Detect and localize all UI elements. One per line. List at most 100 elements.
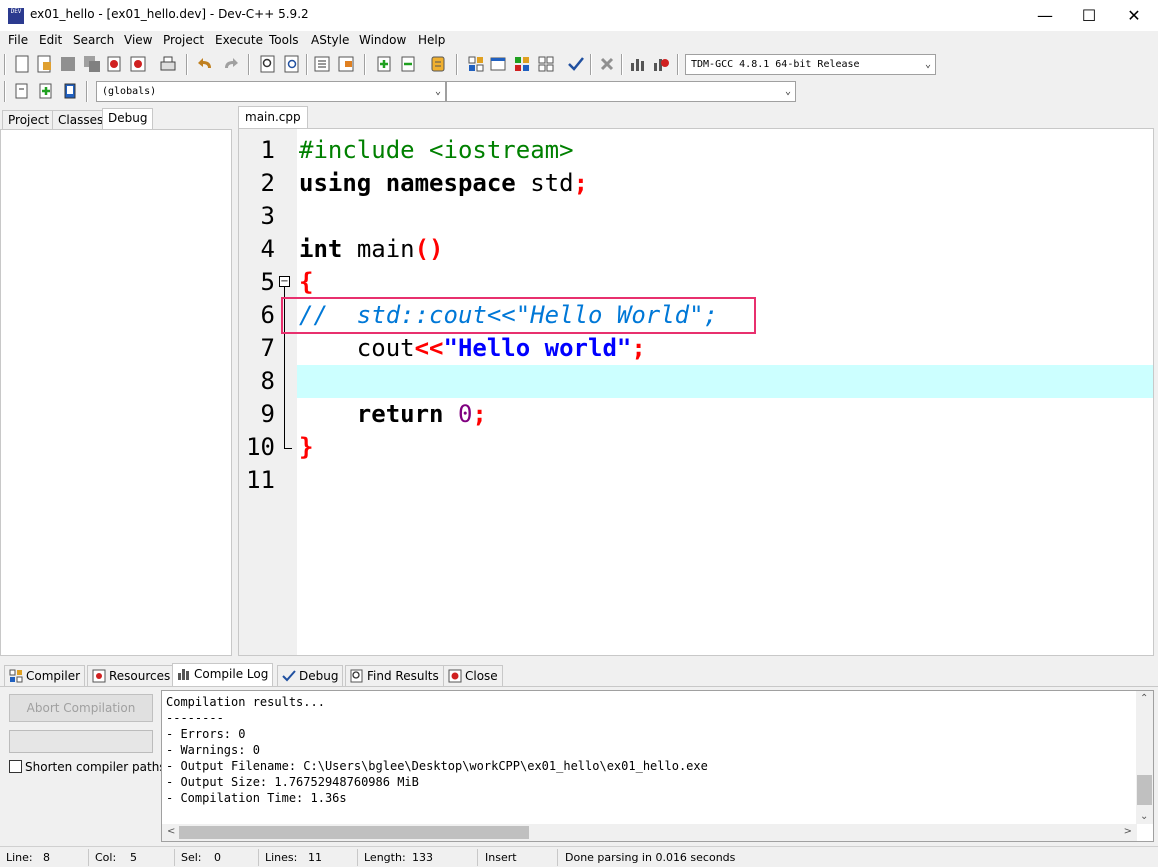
menu-tools[interactable]: Tools — [269, 33, 299, 47]
compile-log-panel: Abort Compilation Shorten compiler paths… — [0, 686, 1158, 844]
keyword: using — [299, 169, 372, 197]
tab-compiler[interactable]: Compiler — [4, 665, 86, 687]
stop-execution-icon[interactable] — [597, 54, 617, 74]
status-line-label: Line: — [6, 851, 33, 864]
compile-log-output[interactable]: Compilation results... -------- - Errors… — [161, 690, 1154, 842]
identifier: main — [356, 235, 415, 263]
unindent-icon[interactable] — [336, 54, 356, 74]
tab-label: Close — [465, 669, 498, 683]
status-message: Done parsing in 0.016 seconds — [565, 851, 736, 864]
undo-icon[interactable] — [196, 54, 216, 74]
scroll-up-icon[interactable]: ⌃ — [1140, 693, 1148, 704]
profile-icon[interactable] — [628, 54, 648, 74]
symbol: ; — [573, 169, 589, 197]
status-line-value: 8 — [43, 851, 50, 864]
close-file-icon[interactable] — [104, 54, 124, 74]
line-gutter: 1 2 3 4 5 6 7 8 9 10 11 − — [239, 129, 297, 655]
scope-select[interactable]: (globals) ⌄ — [96, 81, 446, 102]
toggle-bookmark-icon[interactable] — [36, 81, 56, 101]
tab-find-results[interactable]: Find Results — [345, 665, 444, 687]
line-number: 8 — [260, 367, 275, 395]
scroll-thumb[interactable] — [1137, 775, 1152, 805]
scroll-left-icon[interactable]: < — [167, 826, 175, 837]
minimize-button[interactable]: — — [1022, 0, 1068, 31]
menu-edit[interactable]: Edit — [39, 33, 62, 47]
menu-search[interactable]: Search — [73, 33, 114, 47]
menu-execute[interactable]: Execute — [215, 33, 263, 47]
remove-from-project-icon[interactable] — [398, 54, 418, 74]
project-options-icon[interactable] — [428, 54, 448, 74]
run-icon[interactable] — [488, 54, 508, 74]
insert-icon[interactable] — [12, 81, 32, 101]
save-icon[interactable] — [58, 54, 78, 74]
menu-project[interactable]: Project — [163, 33, 204, 47]
class-toolbar: (globals) ⌄ ⌄ — [0, 78, 800, 104]
replace-icon[interactable] — [282, 54, 302, 74]
close-button[interactable]: ✕ — [1111, 0, 1157, 31]
compiler-select-value: TDM-GCC 4.8.1 64-bit Release — [691, 59, 860, 70]
maximize-button[interactable]: ☐ — [1066, 0, 1112, 31]
status-separator — [477, 849, 478, 866]
keyword: return — [356, 400, 444, 428]
scroll-thumb[interactable] — [179, 826, 529, 839]
tab-debug-bottom[interactable]: Debug — [277, 665, 344, 687]
close-all-icon[interactable] — [128, 54, 148, 74]
horizontal-scrollbar[interactable]: < > — [162, 824, 1137, 841]
delete-profile-icon[interactable] — [651, 54, 671, 74]
menu-astyle[interactable]: AStyle — [311, 33, 349, 47]
menu-window[interactable]: Window — [359, 33, 406, 47]
number-literal: 0 — [457, 400, 473, 428]
compile-progress-bar — [9, 730, 153, 753]
tab-compile-log[interactable]: Compile Log — [172, 663, 274, 687]
new-file-icon[interactable] — [12, 54, 32, 74]
compile-icon[interactable] — [466, 54, 486, 74]
code-editor[interactable]: 1 2 3 4 5 6 7 8 9 10 11 − #include <iost… — [238, 128, 1154, 656]
code-line-4: int main() — [299, 233, 444, 266]
line-number: 4 — [260, 235, 275, 263]
menu-file[interactable]: File — [8, 33, 28, 47]
shorten-paths-option[interactable]: Shorten compiler paths — [9, 760, 166, 774]
code-line-7: cout<<"Hello world"; — [299, 332, 646, 365]
syntax-check-icon[interactable] — [566, 54, 586, 74]
save-all-icon[interactable] — [82, 54, 102, 74]
open-file-icon[interactable] — [34, 54, 54, 74]
tab-main-cpp[interactable]: main.cpp — [238, 106, 308, 128]
symbol: << — [414, 334, 444, 362]
indent-icon[interactable] — [312, 54, 332, 74]
tab-label: Find Results — [367, 669, 439, 683]
menu-help[interactable]: Help — [418, 33, 445, 47]
symbol: () — [414, 235, 444, 263]
tab-debug[interactable]: Debug — [102, 108, 154, 130]
print-icon[interactable] — [158, 54, 178, 74]
tab-project[interactable]: Project — [2, 110, 56, 130]
goto-bookmark-icon[interactable] — [60, 81, 80, 101]
tab-resources[interactable]: Resources — [87, 665, 176, 687]
title-bar: DEV ex01_hello - [ex01_hello.dev] - Dev-… — [0, 0, 1158, 31]
find-icon[interactable] — [258, 54, 278, 74]
scroll-down-icon[interactable]: ⌄ — [1140, 811, 1148, 822]
line-number: 2 — [260, 169, 275, 197]
member-select[interactable]: ⌄ — [446, 81, 796, 102]
redo-icon[interactable] — [220, 54, 240, 74]
tab-close[interactable]: Close — [443, 665, 503, 687]
compile-run-icon[interactable] — [512, 54, 532, 74]
scroll-right-icon[interactable]: > — [1124, 826, 1132, 837]
left-panel — [0, 129, 232, 656]
compiler-select[interactable]: TDM-GCC 4.8.1 64-bit Release ⌄ — [685, 54, 936, 75]
tab-classes[interactable]: Classes — [52, 110, 110, 130]
rebuild-icon[interactable] — [536, 54, 556, 74]
fold-guide-end — [284, 448, 292, 449]
chevron-down-icon: ⌄ — [924, 59, 931, 70]
add-to-project-icon[interactable] — [374, 54, 394, 74]
line-number: 3 — [260, 202, 275, 230]
symbol: ; — [631, 334, 646, 362]
abort-compilation-button[interactable]: Abort Compilation — [9, 694, 153, 722]
toolbar-separator — [677, 54, 679, 75]
vertical-scrollbar[interactable]: ⌃ ⌄ — [1136, 691, 1153, 824]
identifier: cout — [356, 334, 415, 362]
menu-view[interactable]: View — [124, 33, 152, 47]
resources-icon — [92, 669, 106, 683]
shorten-paths-checkbox[interactable] — [9, 760, 22, 773]
fold-collapse-icon[interactable]: − — [279, 276, 290, 287]
chart-icon — [178, 669, 189, 680]
